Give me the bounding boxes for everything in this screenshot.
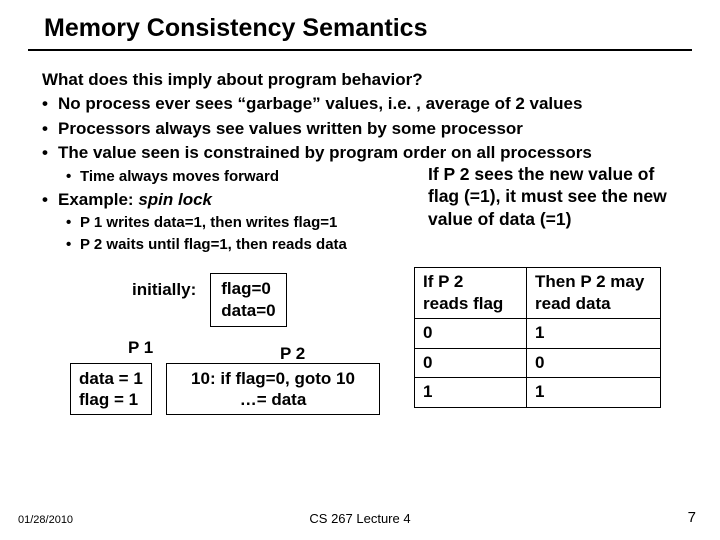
table-row: 0 1 <box>415 319 661 348</box>
sub-bullet-time: •Time always moves forward <box>42 167 422 187</box>
th1-line2: reads flag <box>423 293 518 315</box>
th1-line1: If P 2 <box>423 271 518 293</box>
sub-text: Time always moves forward <box>80 168 279 185</box>
bullet-text: No process ever sees “garbage” values, i… <box>58 94 582 113</box>
initial-label: initially: <box>132 273 210 328</box>
p2-code-box: 10: if flag=0, goto 10 …= data <box>166 363 380 416</box>
table-cell: 0 <box>415 319 527 348</box>
p1-label: P 1 <box>128 337 153 359</box>
initial-values: initially: flag=0 data=0 <box>132 273 287 328</box>
table-cell: 1 <box>527 319 661 348</box>
page-title: Memory Consistency Semantics <box>0 0 720 49</box>
p1-code-box: data = 1 flag = 1 <box>70 363 152 416</box>
p2-line-2: …= data <box>173 389 373 410</box>
example-label: Example: <box>58 190 138 209</box>
p1-line-2: flag = 1 <box>79 389 143 410</box>
results-table: If P 2 reads flag Then P 2 may read data… <box>414 267 661 408</box>
bullet-1: •No process ever sees “garbage” values, … <box>42 93 684 115</box>
footer-center: CS 267 Lecture 4 <box>0 511 720 526</box>
lower-region: initially: flag=0 data=0 P 1 P 2 data = … <box>42 267 684 467</box>
init-data: data=0 <box>221 300 275 322</box>
bullet-3: •The value seen is constrained by progra… <box>42 142 684 164</box>
bullet-text: Processors always see values written by … <box>58 119 523 138</box>
table-header-1: If P 2 reads flag <box>415 267 527 319</box>
p2-line-1: 10: if flag=0, goto 10 <box>173 368 373 389</box>
sub-bullet-p1: •P 1 writes data=1, then writes flag=1 <box>42 213 422 233</box>
sub-text: P 2 waits until flag=1, then reads data <box>80 236 347 253</box>
bullet-text: The value seen is constrained by program… <box>58 143 592 162</box>
callout-text: If P 2 sees the new value of flag (=1), … <box>428 163 684 230</box>
question-line: What does this imply about program behav… <box>42 69 684 91</box>
th2-line2: read data <box>535 293 652 315</box>
table-cell: 0 <box>415 348 527 377</box>
table-row: 0 0 <box>415 348 661 377</box>
sub-bullet-p2: •P 2 waits until flag=1, then reads data <box>42 235 422 255</box>
table-header-2: Then P 2 may read data <box>527 267 661 319</box>
bullet-2: •Processors always see values written by… <box>42 118 684 140</box>
initial-cell: flag=0 data=0 <box>210 273 286 328</box>
table-row: 1 1 <box>415 378 661 407</box>
bullet-example: •Example: spin lock <box>42 189 422 211</box>
footer-page-number: 7 <box>688 509 696 526</box>
slide-content: What does this imply about program behav… <box>0 69 720 467</box>
init-flag: flag=0 <box>221 278 275 300</box>
table-cell: 1 <box>527 378 661 407</box>
example-em: spin lock <box>138 190 212 209</box>
p1-line-1: data = 1 <box>79 368 143 389</box>
table-header-row: If P 2 reads flag Then P 2 may read data <box>415 267 661 319</box>
sub-text: P 1 writes data=1, then writes flag=1 <box>80 214 337 231</box>
table-cell: 0 <box>527 348 661 377</box>
title-rule <box>28 49 692 51</box>
th2-line1: Then P 2 may <box>535 271 652 293</box>
table-cell: 1 <box>415 378 527 407</box>
